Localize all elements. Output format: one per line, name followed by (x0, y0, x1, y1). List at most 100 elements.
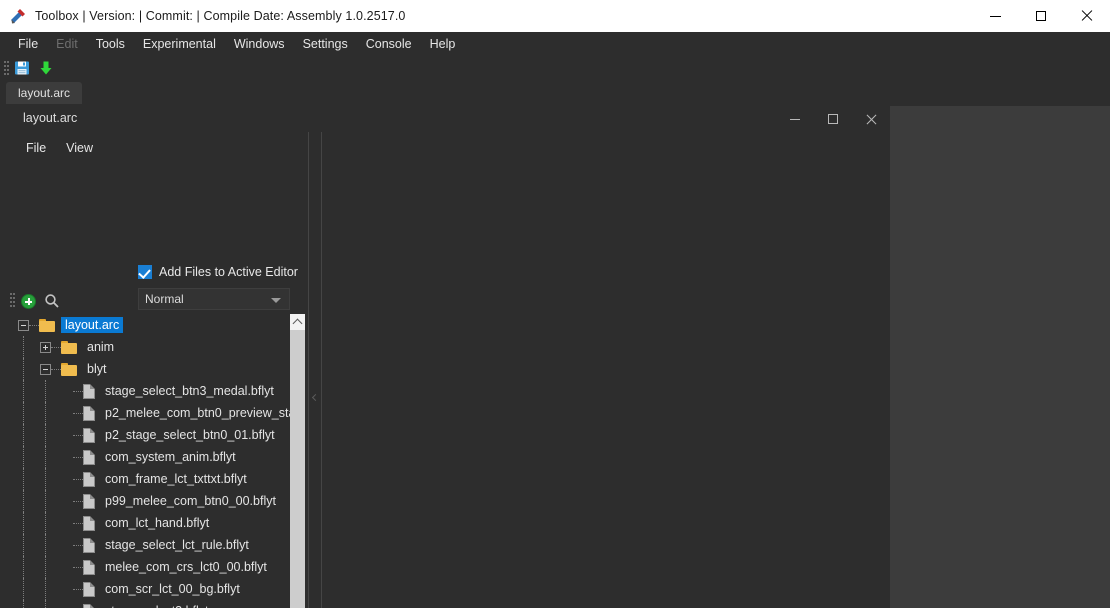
tree-guide-line (23, 600, 24, 608)
window-title: Toolbox | Version: | Commit: | Compile D… (35, 9, 405, 23)
tree-node[interactable]: com_system_anim.bflyt (6, 446, 296, 468)
add-files-checkbox[interactable] (138, 265, 152, 279)
tree-guide-line (23, 402, 24, 424)
search-icon[interactable] (40, 290, 64, 312)
tree-node[interactable]: com_scr_lct_00_bg.bflyt (6, 578, 296, 600)
add-files-to-active-editor-row[interactable]: Add Files to Active Editor (138, 265, 298, 279)
tree-connector (73, 479, 83, 480)
document-tab-layout-arc[interactable]: layout.arc (6, 82, 82, 104)
explorer-toolstrip-grip[interactable] (8, 292, 16, 310)
tree-node[interactable]: com_frame_lct_txttxt.bflyt (6, 468, 296, 490)
tree-guide-line (45, 490, 46, 512)
tree-node-label: stage_select2.bflyt (101, 603, 213, 608)
vertical-scrollbar-thumb[interactable] (290, 330, 305, 608)
mode-dropdown-value: Normal (145, 292, 184, 306)
child-window-layout-arc: layout.arc File View (0, 106, 890, 608)
mode-dropdown[interactable]: Normal (138, 288, 290, 310)
title-bar: Toolbox | Version: | Commit: | Compile D… (0, 0, 1110, 32)
tree-connector (51, 369, 61, 370)
child-maximize-button[interactable] (814, 106, 852, 132)
add-icon[interactable] (16, 290, 40, 312)
menu-item-tools[interactable]: Tools (87, 34, 134, 54)
explorer-menu-file[interactable]: File (16, 141, 56, 155)
child-window-controls (776, 106, 890, 132)
menu-bar: File Edit Tools Experimental Windows Set… (0, 32, 1110, 56)
editor-content-area[interactable] (322, 132, 890, 608)
tree-node[interactable]: p2_stage_select_btn0_01.bflyt (6, 424, 296, 446)
tree-node-label: p99_melee_com_btn0_00.bflyt (101, 493, 280, 509)
tree-guide-line (23, 556, 24, 578)
tree-node[interactable]: layout.arc (6, 314, 296, 336)
menu-item-console[interactable]: Console (357, 34, 421, 54)
toolbox-icon (9, 7, 27, 25)
file-icon (83, 384, 95, 399)
scroll-up-icon[interactable] (290, 314, 305, 330)
document-tab-label: layout.arc (18, 86, 70, 100)
tree-guide-line (45, 424, 46, 446)
file-icon (83, 582, 95, 597)
tree-guide-line (45, 534, 46, 556)
tree-guide-line (23, 578, 24, 600)
tree-guide-line (23, 380, 24, 402)
tree-node-label: p2_melee_com_btn0_preview_stage_ (101, 405, 296, 421)
tree-connector (73, 391, 83, 392)
tree-node[interactable]: anim (6, 336, 296, 358)
download-icon[interactable] (34, 57, 58, 79)
expand-node-icon[interactable] (40, 342, 51, 353)
collapse-node-icon[interactable] (40, 364, 51, 375)
tree-guide-line (45, 380, 46, 402)
tree-connector (73, 567, 83, 568)
tree-connector (73, 457, 83, 458)
archive-tree-nodes: layout.arc anim blyt stage_select_btn3_meda… (6, 314, 296, 608)
menu-item-windows[interactable]: Windows (225, 34, 294, 54)
tree-node[interactable]: p2_melee_com_btn0_preview_stage_ (6, 402, 296, 424)
file-icon (83, 428, 95, 443)
save-icon[interactable] (10, 57, 34, 79)
chevron-down-icon (271, 298, 281, 303)
tree-node-label: stage_select_btn3_medal.bflyt (101, 383, 278, 399)
toolstrip-grip[interactable] (2, 59, 10, 77)
menu-item-settings[interactable]: Settings (294, 34, 357, 54)
tree-guide-line (45, 556, 46, 578)
archive-tree-view[interactable]: layout.arc anim blyt stage_select_btn3_meda… (6, 314, 296, 608)
tree-node[interactable]: stage_select2.bflyt (6, 600, 296, 608)
collapse-panel-icon[interactable] (312, 394, 319, 401)
tree-node-label: stage_select_lct_rule.bflyt (101, 537, 253, 553)
minimize-button[interactable] (972, 0, 1018, 32)
child-close-button[interactable] (852, 106, 890, 132)
collapse-node-icon[interactable] (18, 320, 29, 331)
file-icon (83, 472, 95, 487)
tree-guide-line (23, 512, 24, 534)
window-controls (972, 0, 1110, 32)
menu-item-file[interactable]: File (9, 34, 47, 54)
tree-connector (73, 435, 83, 436)
tree-guide-line (45, 578, 46, 600)
maximize-button[interactable] (1018, 0, 1064, 32)
explorer-menu-view[interactable]: View (56, 141, 103, 155)
tree-node[interactable]: com_lct_hand.bflyt (6, 512, 296, 534)
tree-node[interactable]: blyt (6, 358, 296, 380)
tree-node[interactable]: melee_com_crs_lct0_00.bflyt (6, 556, 296, 578)
tree-node-label: layout.arc (61, 317, 123, 333)
tree-connector (29, 325, 39, 326)
tree-node[interactable]: stage_select_lct_rule.bflyt (6, 534, 296, 556)
file-icon (83, 604, 95, 608)
tree-node[interactable]: p99_melee_com_btn0_00.bflyt (6, 490, 296, 512)
tree-guide-line (23, 424, 24, 446)
mdi-client-area: layout.arc File View (0, 106, 1110, 608)
close-button[interactable] (1064, 0, 1110, 32)
child-window-title-bar[interactable]: layout.arc (0, 106, 890, 132)
file-icon (83, 538, 95, 553)
panel-splitter[interactable] (308, 132, 322, 608)
tree-node-label: melee_com_crs_lct0_00.bflyt (101, 559, 271, 575)
add-files-checkbox-label: Add Files to Active Editor (159, 265, 298, 279)
tree-connector (73, 589, 83, 590)
tree-node-label: anim (83, 339, 118, 355)
child-minimize-button[interactable] (776, 106, 814, 132)
vertical-scrollbar[interactable] (290, 314, 305, 608)
tree-guide-line (45, 600, 46, 608)
tree-node[interactable]: stage_select_btn3_medal.bflyt (6, 380, 296, 402)
tree-guide-line (45, 468, 46, 490)
menu-item-help[interactable]: Help (421, 34, 465, 54)
menu-item-experimental[interactable]: Experimental (134, 34, 225, 54)
